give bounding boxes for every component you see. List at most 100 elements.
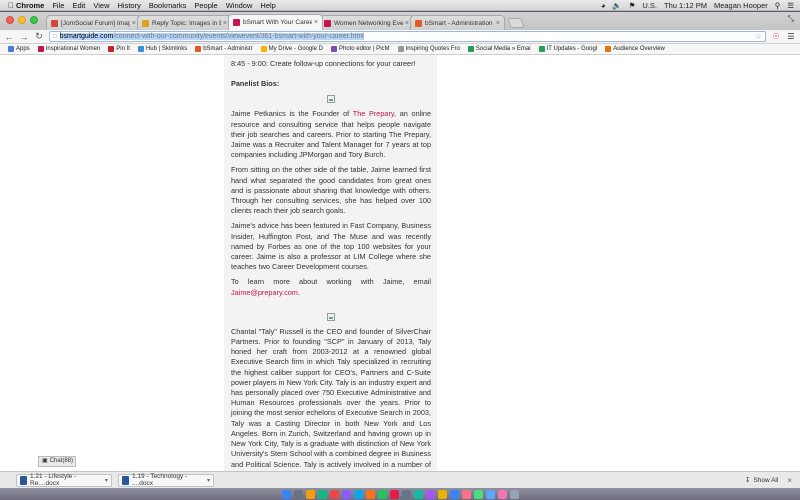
web-page[interactable]: 8:45 - 9:00: Create follow-up connection… [0, 55, 800, 471]
dock-app-icon[interactable] [485, 489, 495, 499]
menu-icon[interactable]: ☰ [786, 32, 796, 41]
bookmark-pin-it[interactable]: Pin It [108, 46, 130, 52]
dock-app-icon[interactable] [353, 489, 363, 499]
dock-app-icon[interactable] [365, 489, 375, 499]
reload-icon[interactable]: ↻ [34, 31, 44, 42]
dock-app-icon[interactable] [305, 489, 315, 499]
url-path: /connect-with-our-community/events/viewe… [113, 33, 364, 40]
apple-icon[interactable]:  [6, 0, 16, 11]
dock-app-icon[interactable] [317, 489, 327, 499]
wifi-icon[interactable]: ◕ [601, 0, 606, 11]
menu-help[interactable]: Help [260, 0, 275, 11]
dock-app-icon[interactable] [425, 489, 435, 499]
dock-app-icon[interactable] [461, 489, 471, 499]
email-link[interactable]: Jaime@prepary.com [231, 288, 298, 297]
bookmark-label: Social Media » Emai [475, 46, 531, 52]
tab-reply-topic[interactable]: Reply Topic: Images in Ev × [137, 15, 232, 30]
pinterest-icon [108, 46, 115, 52]
bookmark-inspirational-women[interactable]: Inspirational Women [37, 46, 100, 52]
text: To learn more about working with Jaime, … [231, 277, 431, 287]
close-shelf-icon[interactable]: × [787, 476, 792, 485]
bookmark-apps[interactable]: Apps [8, 46, 30, 52]
bookmark-google-drive[interactable]: My Drive - Google D [260, 46, 323, 52]
url-host: bsmartguide.com [59, 33, 114, 40]
download-icon: ↧ [744, 477, 751, 484]
chat-widget[interactable]: ▣ Chat(88) [38, 456, 76, 467]
user-name[interactable]: Meagan Hooper [714, 0, 768, 11]
panelist-bios-heading: Panelist Bios: [231, 79, 280, 89]
minimize-window-button[interactable] [18, 16, 26, 24]
mac-dock [0, 488, 800, 500]
pinterest-icon[interactable]: ☉ [771, 32, 781, 41]
bookmark-label: IT Updates - Googl [546, 46, 598, 52]
close-window-button[interactable] [6, 16, 14, 24]
input-language[interactable]: U.S. [642, 0, 657, 11]
dock-app-icon[interactable] [509, 489, 519, 499]
menu-app-name[interactable]: Chrome [16, 0, 44, 11]
tab-bsmart-admin[interactable]: bSmart - Administration × [410, 15, 505, 30]
url-text[interactable]: bsmartguide.com/connect-with-our-communi… [59, 33, 364, 40]
dock-app-icon[interactable] [389, 489, 399, 499]
bookmark-audience-overview[interactable]: Audience Overview [605, 46, 665, 52]
fullscreen-icon[interactable]: ⤡ [788, 14, 794, 24]
download-shelf: 1.21 - Lifestyle - Re....docx ▾ 1.19 - T… [0, 471, 800, 488]
dock-app-icon[interactable] [341, 489, 351, 499]
download-item[interactable]: 1.19 - Technology - ....docx ▾ [118, 473, 214, 487]
new-tab-button[interactable] [507, 18, 525, 28]
menu-people[interactable]: People [194, 0, 217, 11]
dock-app-icon[interactable] [281, 489, 291, 499]
menu-file[interactable]: File [52, 0, 64, 11]
bio-paragraph: To learn more about working with Jaime, … [231, 277, 431, 297]
dock-app-icon[interactable] [473, 489, 483, 499]
prepary-link[interactable]: The Prepary [353, 109, 394, 118]
menu-edit[interactable]: Edit [72, 0, 85, 11]
close-tab-icon[interactable]: × [314, 19, 318, 26]
word-doc-icon [20, 475, 27, 485]
flag-icon[interactable]: ⚑ [629, 0, 636, 11]
dock-app-icon[interactable] [497, 489, 507, 499]
list-icon[interactable]: ☰ [787, 0, 794, 11]
tab-jomsocial-forum[interactable]: [JomSocial Forum] Images × [46, 15, 141, 30]
dock-app-icon[interactable] [377, 489, 387, 499]
dock-app-icon[interactable] [293, 489, 303, 499]
menu-bookmarks[interactable]: Bookmarks [149, 0, 187, 11]
chevron-down-icon[interactable]: ▾ [105, 477, 108, 484]
tab-title: Reply Topic: Images in Ev [152, 19, 221, 27]
dock-app-icon[interactable] [413, 489, 423, 499]
picmonkey-icon [330, 46, 337, 52]
chevron-down-icon[interactable]: ▾ [207, 477, 210, 484]
show-all-downloads[interactable]: ↧ Show All × [745, 476, 792, 485]
menu-history[interactable]: History [118, 0, 141, 11]
tab-bsmart-career[interactable]: bSmart With Your Career ! × [228, 14, 323, 30]
clock[interactable]: Thu 1:12 PM [664, 0, 707, 11]
menu-window[interactable]: Window [226, 0, 253, 11]
back-icon[interactable]: ← [4, 32, 14, 42]
bookmark-star-icon[interactable]: ☆ [755, 32, 762, 41]
dock-app-icon[interactable] [329, 489, 339, 499]
tab-women-networking[interactable]: Women Networking Events × [319, 15, 414, 30]
volume-icon[interactable]: 🔈 [612, 0, 621, 11]
bookmark-inspiring-quotes[interactable]: Inspiring Quotes Fro [397, 46, 460, 52]
search-icon[interactable]: ⚲ [775, 0, 781, 11]
close-tab-icon[interactable]: × [132, 20, 136, 27]
close-tab-icon[interactable]: × [496, 20, 500, 27]
bookmark-picmonkey[interactable]: Photo editor | PicM [330, 46, 390, 52]
download-item[interactable]: 1.21 - Lifestyle - Re....docx ▾ [16, 473, 112, 487]
dock-app-icon[interactable] [437, 489, 447, 499]
dock-app-icon[interactable] [449, 489, 459, 499]
bookmark-social-media[interactable]: Social Media » Emai [467, 46, 531, 52]
close-tab-icon[interactable]: × [223, 20, 227, 27]
menu-status-area: ◕ 🔈 ⚑ U.S. Thu 1:12 PM Meagan Hooper ⚲ ☰ [601, 0, 800, 11]
browser-toolbar: ← → ↻ □ bsmartguide.com/connect-with-our… [0, 30, 800, 44]
bookmark-bsmart-admin[interactable]: bSmart - Administr [195, 46, 253, 52]
close-tab-icon[interactable]: × [405, 20, 409, 27]
address-bar[interactable]: □ bsmartguide.com/connect-with-our-commu… [49, 31, 766, 42]
zoom-window-button[interactable] [30, 16, 38, 24]
dock-app-icon[interactable] [401, 489, 411, 499]
menu-view[interactable]: View [93, 0, 109, 11]
forward-icon[interactable]: → [19, 32, 29, 42]
download-name: 1.21 - Lifestyle - Re....docx [30, 473, 77, 487]
bookmark-skimlinks[interactable]: Hub | Skimlinks [137, 46, 187, 52]
bookmark-it-updates[interactable]: IT Updates - Googl [538, 46, 598, 52]
bookmark-label: Pin It [116, 46, 130, 52]
